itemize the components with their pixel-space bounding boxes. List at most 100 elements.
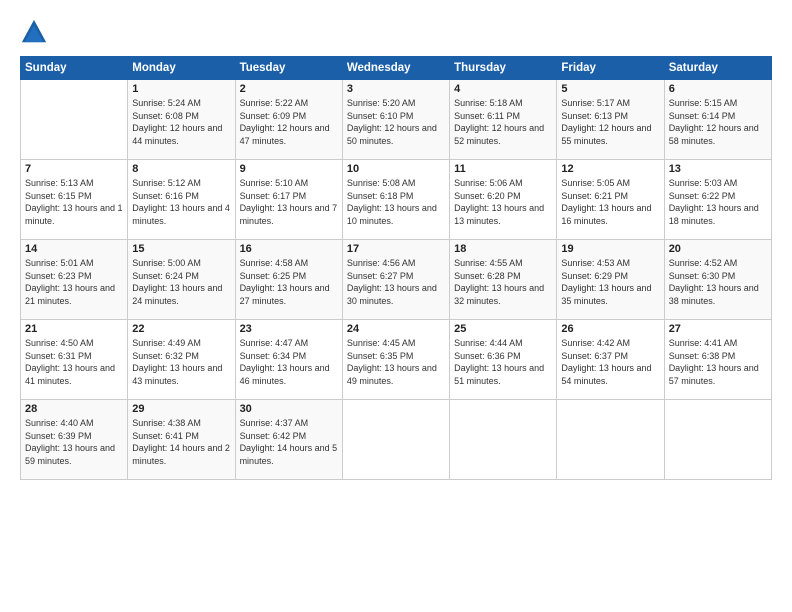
header-cell-tuesday: Tuesday [235, 57, 342, 80]
cell-content: Sunrise: 5:05 AMSunset: 6:21 PMDaylight:… [561, 177, 659, 227]
day-cell: 7 Sunrise: 5:13 AMSunset: 6:15 PMDaylight… [21, 160, 128, 240]
day-number: 16 [240, 243, 338, 255]
cell-content: Sunrise: 5:08 AMSunset: 6:18 PMDaylight:… [347, 177, 445, 227]
header-cell-sunday: Sunday [21, 57, 128, 80]
day-cell: 28 Sunrise: 4:40 AMSunset: 6:39 PMDayligh… [21, 400, 128, 480]
day-cell: 2 Sunrise: 5:22 AMSunset: 6:09 PMDaylight… [235, 80, 342, 160]
day-number: 3 [347, 83, 445, 95]
day-number: 25 [454, 323, 552, 335]
cell-content: Sunrise: 5:15 AMSunset: 6:14 PMDaylight:… [669, 97, 767, 147]
day-cell: 15Sunrise: 5:00 AMSunset: 6:24 PMDayligh… [128, 240, 235, 320]
cell-content: Sunrise: 4:38 AMSunset: 6:41 PMDaylight:… [132, 417, 230, 467]
day-cell: 26Sunrise: 4:42 AMSunset: 6:37 PMDayligh… [557, 320, 664, 400]
day-cell: 19 Sunrise: 4:53 AMSunset: 6:29 PMDayligh… [557, 240, 664, 320]
cell-content: Sunrise: 4:53 AMSunset: 6:29 PMDaylight:… [561, 257, 659, 307]
day-cell: 6Sunrise: 5:15 AMSunset: 6:14 PMDaylight… [664, 80, 771, 160]
day-cell: 9 Sunrise: 5:10 AMSunset: 6:17 PMDaylight… [235, 160, 342, 240]
day-number: 15 [132, 243, 230, 255]
day-number: 17 [347, 243, 445, 255]
cell-content: Sunrise: 5:12 AMSunset: 6:16 PMDaylight:… [132, 177, 230, 227]
day-number: 23 [240, 323, 338, 335]
cell-content: Sunrise: 4:49 AMSunset: 6:32 PMDaylight:… [132, 337, 230, 387]
cell-content: Sunrise: 5:10 AMSunset: 6:17 PMDaylight:… [240, 177, 338, 227]
cell-content: Sunrise: 4:40 AMSunset: 6:39 PMDaylight:… [25, 417, 123, 467]
day-cell: 21 Sunrise: 4:50 AMSunset: 6:31 PMDayligh… [21, 320, 128, 400]
day-cell [342, 400, 449, 480]
cell-content: Sunrise: 4:50 AMSunset: 6:31 PMDaylight:… [25, 337, 123, 387]
day-number: 19 [561, 243, 659, 255]
day-cell [450, 400, 557, 480]
week-row-1: 1 Sunrise: 5:24 AMSunset: 6:08 PMDaylight… [21, 80, 772, 160]
day-cell: 27 Sunrise: 4:41 AMSunset: 6:38 PMDayligh… [664, 320, 771, 400]
cell-content: Sunrise: 5:17 AMSunset: 6:13 PMDaylight:… [561, 97, 659, 147]
header [20, 18, 772, 46]
cell-content: Sunrise: 4:47 AMSunset: 6:34 PMDaylight:… [240, 337, 338, 387]
day-number: 22 [132, 323, 230, 335]
day-cell: 13 Sunrise: 5:03 AMSunset: 6:22 PMDayligh… [664, 160, 771, 240]
day-cell: 24 Sunrise: 4:45 AMSunset: 6:35 PMDayligh… [342, 320, 449, 400]
week-row-3: 14Sunrise: 5:01 AMSunset: 6:23 PMDayligh… [21, 240, 772, 320]
day-number: 20 [669, 243, 767, 255]
day-number: 29 [132, 403, 230, 415]
day-cell: 14Sunrise: 5:01 AMSunset: 6:23 PMDayligh… [21, 240, 128, 320]
cell-content: Sunrise: 4:37 AMSunset: 6:42 PMDaylight:… [240, 417, 338, 467]
cell-content: Sunrise: 4:55 AMSunset: 6:28 PMDaylight:… [454, 257, 552, 307]
day-cell: 25 Sunrise: 4:44 AMSunset: 6:36 PMDayligh… [450, 320, 557, 400]
cell-content: Sunrise: 4:41 AMSunset: 6:38 PMDaylight:… [669, 337, 767, 387]
day-cell: 16Sunrise: 4:58 AMSunset: 6:25 PMDayligh… [235, 240, 342, 320]
page: SundayMondayTuesdayWednesdayThursdayFrid… [0, 0, 792, 612]
day-cell: 12 Sunrise: 5:05 AMSunset: 6:21 PMDayligh… [557, 160, 664, 240]
day-number: 1 [132, 83, 230, 95]
logo-icon [20, 18, 48, 46]
cell-content: Sunrise: 5:06 AMSunset: 6:20 PMDaylight:… [454, 177, 552, 227]
logo [20, 18, 52, 46]
cell-content: Sunrise: 4:44 AMSunset: 6:36 PMDaylight:… [454, 337, 552, 387]
day-cell: 30 Sunrise: 4:37 AMSunset: 6:42 PMDayligh… [235, 400, 342, 480]
day-number: 24 [347, 323, 445, 335]
day-number: 28 [25, 403, 123, 415]
calendar-body: 1 Sunrise: 5:24 AMSunset: 6:08 PMDaylight… [21, 80, 772, 480]
cell-content: Sunrise: 5:03 AMSunset: 6:22 PMDaylight:… [669, 177, 767, 227]
cell-content: Sunrise: 5:24 AMSunset: 6:08 PMDaylight:… [132, 97, 230, 147]
day-cell [664, 400, 771, 480]
day-number: 8 [132, 163, 230, 175]
day-number: 27 [669, 323, 767, 335]
day-cell: 10 Sunrise: 5:08 AMSunset: 6:18 PMDayligh… [342, 160, 449, 240]
day-cell: 1 Sunrise: 5:24 AMSunset: 6:08 PMDaylight… [128, 80, 235, 160]
calendar-header: SundayMondayTuesdayWednesdayThursdayFrid… [21, 57, 772, 80]
cell-content: Sunrise: 5:20 AMSunset: 6:10 PMDaylight:… [347, 97, 445, 147]
day-number: 9 [240, 163, 338, 175]
day-number: 11 [454, 163, 552, 175]
calendar-table: SundayMondayTuesdayWednesdayThursdayFrid… [20, 56, 772, 480]
day-number: 2 [240, 83, 338, 95]
header-cell-thursday: Thursday [450, 57, 557, 80]
day-number: 5 [561, 83, 659, 95]
day-cell: 5 Sunrise: 5:17 AMSunset: 6:13 PMDaylight… [557, 80, 664, 160]
day-cell: 11 Sunrise: 5:06 AMSunset: 6:20 PMDayligh… [450, 160, 557, 240]
week-row-2: 7 Sunrise: 5:13 AMSunset: 6:15 PMDaylight… [21, 160, 772, 240]
day-cell: 22 Sunrise: 4:49 AMSunset: 6:32 PMDayligh… [128, 320, 235, 400]
day-cell: 20 Sunrise: 4:52 AMSunset: 6:30 PMDayligh… [664, 240, 771, 320]
day-number: 4 [454, 83, 552, 95]
day-number: 10 [347, 163, 445, 175]
cell-content: Sunrise: 4:45 AMSunset: 6:35 PMDaylight:… [347, 337, 445, 387]
header-cell-monday: Monday [128, 57, 235, 80]
day-cell: 4 Sunrise: 5:18 AMSunset: 6:11 PMDaylight… [450, 80, 557, 160]
header-row: SundayMondayTuesdayWednesdayThursdayFrid… [21, 57, 772, 80]
day-cell: 29 Sunrise: 4:38 AMSunset: 6:41 PMDayligh… [128, 400, 235, 480]
day-number: 30 [240, 403, 338, 415]
cell-content: Sunrise: 5:13 AMSunset: 6:15 PMDaylight:… [25, 177, 123, 227]
cell-content: Sunrise: 5:18 AMSunset: 6:11 PMDaylight:… [454, 97, 552, 147]
day-number: 12 [561, 163, 659, 175]
header-cell-saturday: Saturday [664, 57, 771, 80]
day-number: 13 [669, 163, 767, 175]
day-number: 7 [25, 163, 123, 175]
cell-content: Sunrise: 4:52 AMSunset: 6:30 PMDaylight:… [669, 257, 767, 307]
day-cell: 18 Sunrise: 4:55 AMSunset: 6:28 PMDayligh… [450, 240, 557, 320]
day-number: 21 [25, 323, 123, 335]
day-cell: 8 Sunrise: 5:12 AMSunset: 6:16 PMDaylight… [128, 160, 235, 240]
day-cell: 23 Sunrise: 4:47 AMSunset: 6:34 PMDayligh… [235, 320, 342, 400]
week-row-5: 28 Sunrise: 4:40 AMSunset: 6:39 PMDayligh… [21, 400, 772, 480]
day-number: 18 [454, 243, 552, 255]
cell-content: Sunrise: 5:22 AMSunset: 6:09 PMDaylight:… [240, 97, 338, 147]
